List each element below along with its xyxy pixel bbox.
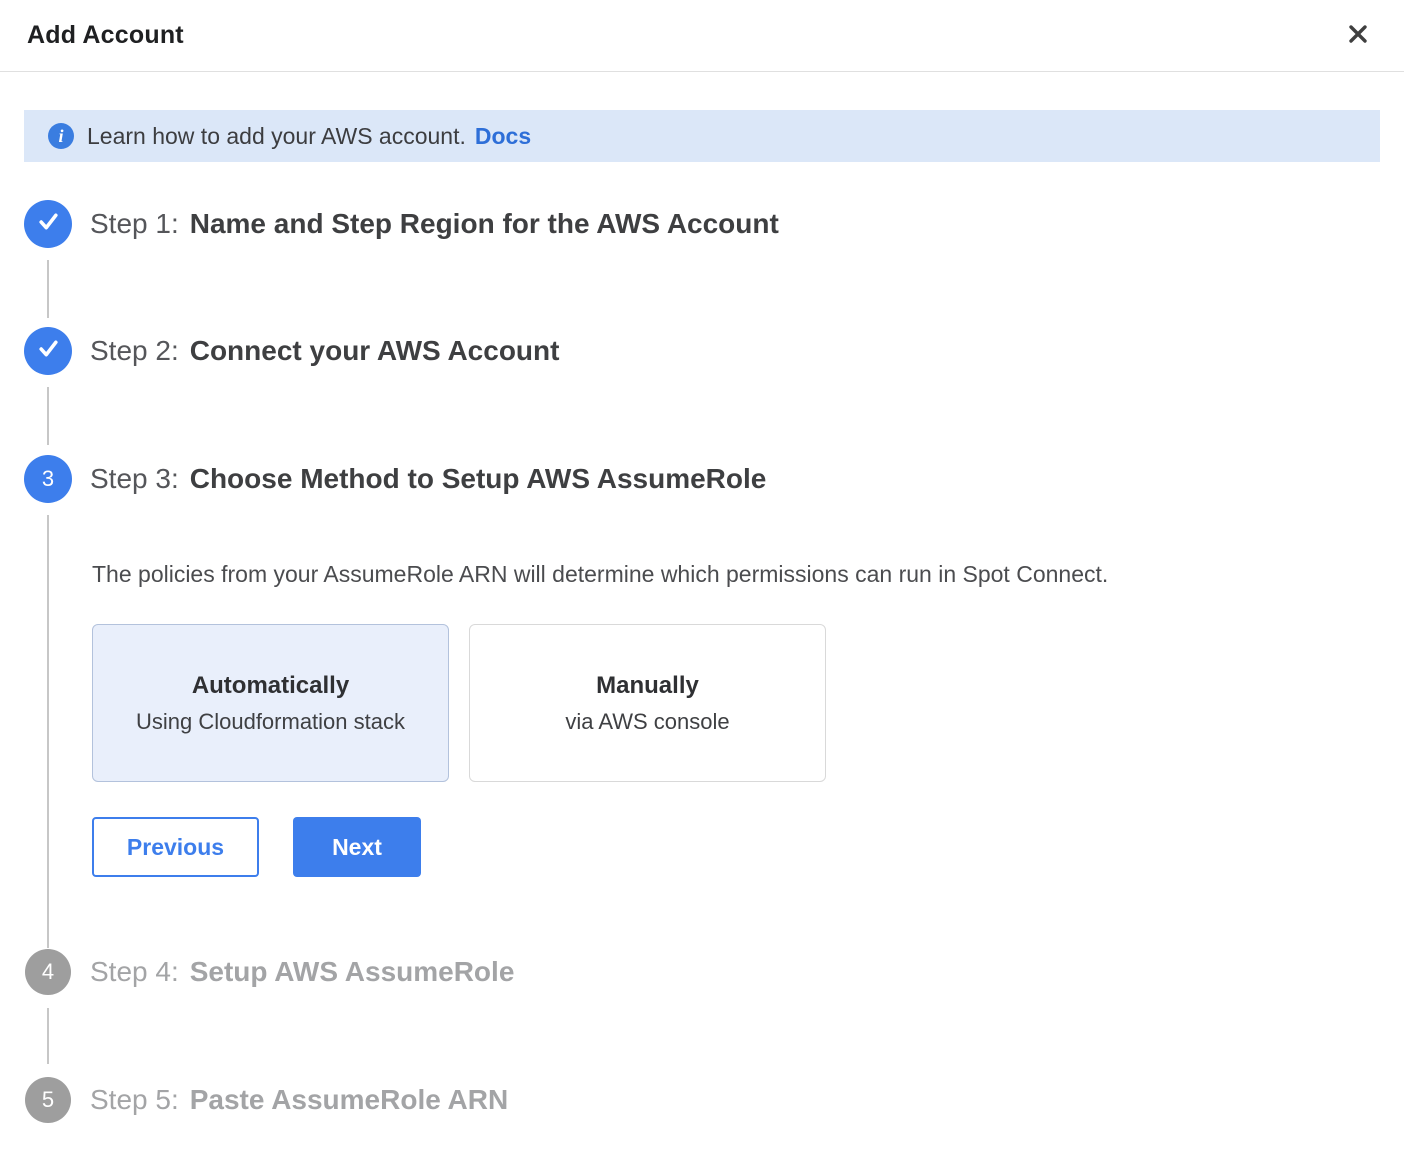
previous-button[interactable]: Previous (92, 817, 259, 877)
step-1-label: Step 1: (90, 208, 179, 239)
step-3-label: Step 3: (90, 463, 179, 494)
step-row-4: 4 Step 4: Setup AWS AssumeRole (24, 948, 1380, 996)
step-1-heading: Step 1: Name and Step Region for the AWS … (90, 208, 779, 240)
step-1-title: Name and Step Region for the AWS Account (190, 208, 779, 239)
next-button[interactable]: Next (293, 817, 421, 877)
step-3-description: The policies from your AssumeRole ARN wi… (92, 560, 1380, 588)
connector-4-5 (47, 1008, 49, 1064)
step-5-heading: Step 5: Paste AssumeRole ARN (90, 1084, 508, 1116)
connector-3-4 (47, 515, 49, 948)
step-4-heading: Step 4: Setup AWS AssumeRole (90, 956, 514, 988)
option-automatically-subtitle: Using Cloudformation stack (136, 709, 405, 735)
step-4-title: Setup AWS AssumeRole (190, 956, 515, 987)
step-5-title: Paste AssumeRole ARN (190, 1084, 508, 1115)
step-row-3: 3 Step 3: Choose Method to Setup AWS Assu… (24, 455, 1380, 503)
step-row-1: Step 1: Name and Step Region for the AWS … (24, 200, 1380, 248)
stepper: Step 1: Name and Step Region for the AWS … (0, 200, 1404, 1124)
info-icon: i (48, 123, 74, 149)
option-manually[interactable]: Manually via AWS console (469, 624, 826, 782)
banner-text: Learn how to add your AWS account. (87, 123, 466, 150)
step-3-circle: 3 (24, 455, 72, 503)
step-2-label: Step 2: (90, 335, 179, 366)
connector-1-2 (47, 260, 49, 318)
modal-header: Add Account (0, 0, 1404, 72)
option-automatically-title: Automatically (192, 672, 349, 700)
option-manually-title: Manually (596, 672, 699, 700)
step-5-label: Step 5: (90, 1084, 179, 1115)
step-1-circle (24, 200, 72, 248)
option-automatically[interactable]: Automatically Using Cloudformation stack (92, 624, 449, 782)
option-manually-subtitle: via AWS console (565, 709, 729, 735)
check-icon (35, 208, 62, 241)
docs-link[interactable]: Docs (475, 123, 531, 150)
step-3-heading: Step 3: Choose Method to Setup AWS Assume… (90, 463, 766, 495)
step-4-circle: 4 (25, 949, 71, 995)
step-2-circle (24, 327, 72, 375)
method-options: Automatically Using Cloudformation stack… (92, 624, 1380, 782)
step-2-heading: Step 2: Connect your AWS Account (90, 335, 559, 367)
wizard-buttons: Previous Next (92, 817, 1380, 877)
step-4-number: 4 (42, 959, 54, 985)
step-4-label: Step 4: (90, 956, 179, 987)
step-3-body: The policies from your AssumeRole ARN wi… (24, 515, 1380, 948)
connector-2-3 (47, 387, 49, 445)
page-title: Add Account (27, 21, 184, 50)
info-banner: i Learn how to add your AWS account. Doc… (24, 110, 1380, 162)
step-2-title: Connect your AWS Account (190, 335, 560, 366)
step-row-2: Step 2: Connect your AWS Account (24, 327, 1380, 375)
step-5-circle: 5 (25, 1077, 71, 1123)
check-icon (35, 335, 62, 368)
step-5-number: 5 (42, 1087, 54, 1113)
step-3-number: 3 (42, 466, 54, 492)
close-icon (1343, 19, 1373, 52)
step-row-5: 5 Step 5: Paste AssumeRole ARN (24, 1076, 1380, 1124)
close-button[interactable] (1342, 20, 1374, 52)
step-3-title: Choose Method to Setup AWS AssumeRole (190, 463, 767, 494)
